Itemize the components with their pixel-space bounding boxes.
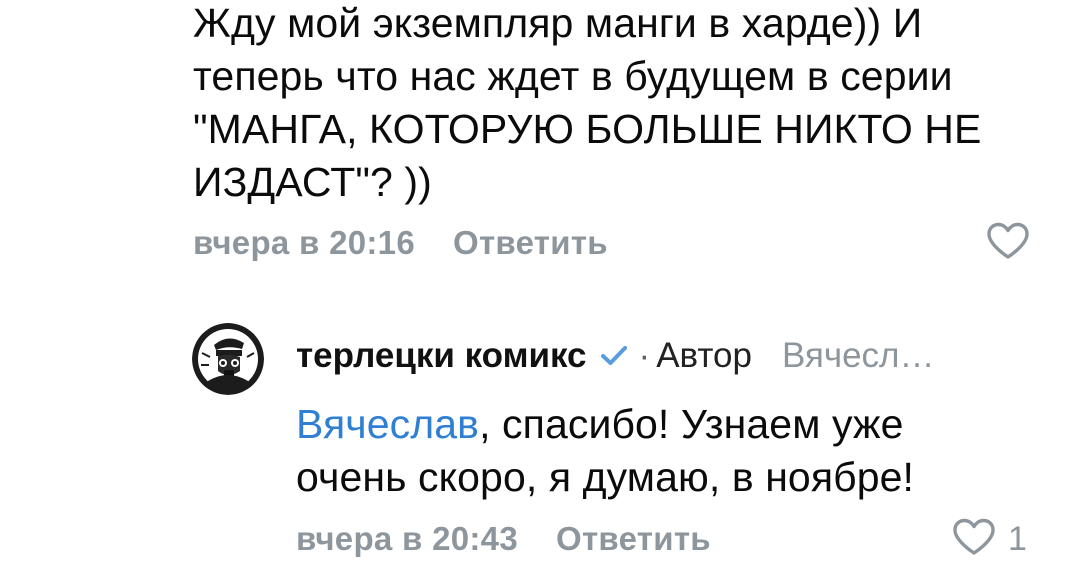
comment-text-line: ИЗДАСТ"? )) bbox=[193, 159, 432, 205]
like-count: 1 bbox=[1008, 520, 1027, 558]
avatar[interactable] bbox=[192, 323, 264, 395]
comment-header: терлецки комикс · Автор Вячесл… bbox=[296, 336, 934, 376]
comment-text: Вячеслав, спасибо! Узнаем уже очень скор… bbox=[296, 398, 1016, 504]
comment-timestamp: вчера в 20:16 bbox=[193, 224, 415, 261]
separator-dot: · bbox=[638, 336, 651, 375]
reply-button[interactable]: Ответить bbox=[556, 520, 711, 558]
mention-link[interactable]: Вячеслав bbox=[296, 401, 479, 447]
comment-text-line: теперь что нас ждет в будущем в серии bbox=[193, 53, 953, 99]
checkmark-icon bbox=[599, 344, 629, 368]
comment-item: Жду мой экземпляр манги в харде)) И тепе… bbox=[193, 0, 1053, 209]
author-name[interactable]: терлецки комикс bbox=[296, 336, 587, 376]
reply-to-link[interactable]: Вячесл… bbox=[782, 336, 935, 376]
comment-meta: вчера в 20:16 Ответить bbox=[193, 224, 608, 262]
heart-outline-icon bbox=[952, 518, 996, 561]
reply-button[interactable]: Ответить bbox=[453, 224, 608, 262]
like-button[interactable]: 1 bbox=[952, 518, 1027, 561]
comment-text: Жду мой экземпляр манги в харде)) И тепе… bbox=[193, 0, 1053, 209]
comment-text-line: очень скоро, я думаю, в ноябре! bbox=[296, 454, 915, 500]
heart-outline-icon bbox=[986, 222, 1030, 265]
comment-text-line: Жду мой экземпляр манги в харде)) И bbox=[193, 0, 923, 46]
comment-text-segment: , спасибо! Узнаем уже bbox=[479, 401, 904, 447]
comment-meta: вчера в 20:43 Ответить bbox=[296, 520, 711, 558]
comment-timestamp: вчера в 20:43 bbox=[296, 520, 518, 557]
like-button[interactable] bbox=[986, 222, 1030, 265]
comment-item: Вячеслав, спасибо! Узнаем уже очень скор… bbox=[296, 398, 1016, 504]
comment-text-line: "МАНГА, КОТОРУЮ БОЛЬШЕ НИКТО НЕ bbox=[193, 106, 982, 152]
author-badge: Автор bbox=[656, 336, 752, 375]
